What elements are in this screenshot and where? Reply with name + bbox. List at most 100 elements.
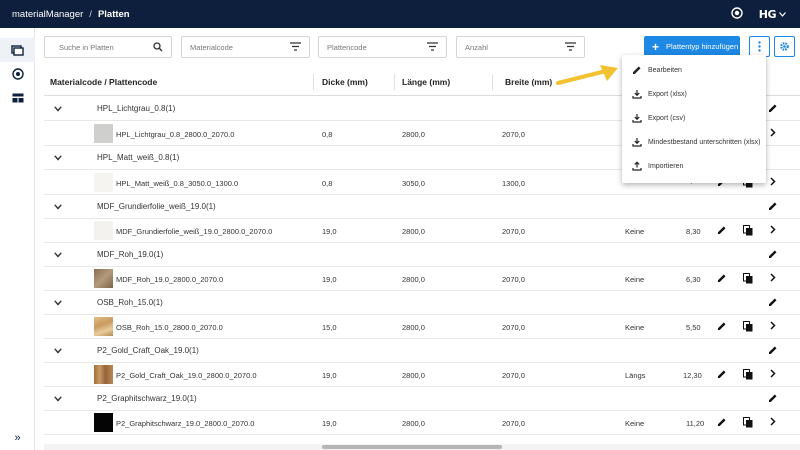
board-thumbnail — [94, 221, 113, 240]
group-row[interactable]: MDF_Grundierfolie_weiß_19.0(1) — [44, 195, 800, 219]
edit-icon[interactable] — [717, 225, 727, 237]
cell-maserung: Keine — [625, 275, 645, 284]
copy-icon[interactable] — [743, 369, 753, 382]
cell-preis: 5,50 — [686, 323, 701, 332]
chevron-right-icon[interactable] — [770, 177, 776, 188]
chevron-down-icon[interactable] — [54, 299, 62, 308]
filter-icon[interactable] — [565, 42, 576, 53]
chevron-down-icon[interactable] — [54, 203, 62, 212]
column-header-breite[interactable]: Breite (mm) — [505, 68, 552, 96]
edit-icon[interactable] — [768, 297, 778, 309]
menu-item-label: Export (xlsx) — [648, 91, 687, 98]
search-icon[interactable] — [153, 42, 163, 54]
board-thumbnail — [94, 173, 113, 192]
search-input[interactable] — [53, 42, 143, 52]
edit-icon[interactable] — [717, 321, 727, 333]
plus-icon: + — [652, 39, 660, 54]
edit-icon — [632, 65, 642, 77]
table-row[interactable]: MDF_Roh_19.0_2800.0_2070.0 19,0 2800,0 2… — [44, 267, 800, 291]
chevron-right-icon[interactable] — [770, 321, 776, 332]
horizontal-scrollbar[interactable] — [44, 444, 800, 450]
copy-icon[interactable] — [743, 273, 753, 286]
cell-breite: 2070,0 — [502, 323, 525, 332]
copy-icon[interactable] — [743, 225, 753, 238]
column-divider[interactable] — [313, 74, 314, 90]
menu-item-import[interactable]: Importieren — [622, 155, 766, 179]
edit-icon[interactable] — [768, 103, 778, 115]
column-divider[interactable] — [492, 74, 493, 90]
edit-icon[interactable] — [717, 273, 727, 285]
edit-icon[interactable] — [768, 393, 778, 405]
board-code: P2_Gold_Craft_Oak_19.0_2800.0_2070.0 — [116, 371, 257, 380]
group-row[interactable]: OSB_Roh_15.0(1) — [44, 291, 800, 315]
more-options-button[interactable] — [749, 36, 770, 57]
filter-icon[interactable] — [290, 42, 301, 53]
menu-item-export-csv[interactable]: Export (csv) — [622, 107, 766, 131]
group-name: MDF_Roh_19.0(1) — [97, 250, 164, 259]
table-row[interactable]: P2_Graphitschwarz_19.0_2800.0_2070.0 19,… — [44, 411, 800, 435]
materialcode-input[interactable] — [190, 42, 280, 52]
cell-dicke: 0,8 — [322, 130, 333, 139]
menu-item-export-xlsx[interactable]: Export (xlsx) — [622, 83, 766, 107]
sidebar-item-storage[interactable] — [0, 86, 35, 110]
sidebar-item-boards[interactable] — [0, 38, 35, 62]
edit-icon[interactable] — [717, 369, 727, 381]
group-row[interactable]: P2_Gold_Craft_Oak_19.0(1) — [44, 339, 800, 363]
expand-sidebar-icon[interactable]: » — [0, 432, 35, 444]
upload-icon — [632, 161, 642, 173]
hg-logo[interactable]: HG — [759, 8, 786, 21]
filter-icon[interactable] — [427, 42, 438, 53]
cell-breite: 2070,0 — [502, 227, 525, 236]
top-bar: materialManager / Platten HG — [0, 0, 800, 28]
breadcrumb-separator: / — [89, 8, 92, 20]
group-name: HPL_Matt_weiß_0.8(1) — [97, 153, 180, 162]
copy-icon[interactable] — [743, 321, 753, 334]
menu-item-edit[interactable]: Bearbeiten — [622, 59, 766, 83]
board-code: HPL_Lichtgrau_0.8_2800.0_2070.0 — [116, 130, 235, 139]
chevron-down-icon[interactable] — [54, 347, 62, 356]
user-icon[interactable] — [731, 7, 743, 21]
table-row[interactable]: MDF_Grundierfolie_weiß_19.0_2800.0_2070.… — [44, 219, 800, 243]
filter-materialcode[interactable] — [181, 36, 310, 58]
table-row[interactable]: P2_Gold_Craft_Oak_19.0_2800.0_2070.0 19,… — [44, 363, 800, 387]
menu-item-mindestbestand[interactable]: Mindestbestand unterschritten (xlsx) — [622, 131, 766, 155]
add-board-type-button[interactable]: + Plattentyp hinzufügen — [644, 36, 740, 57]
group-row[interactable]: MDF_Roh_19.0(1) — [44, 243, 800, 267]
search-box[interactable] — [44, 36, 172, 58]
column-header-code[interactable]: Materialcode / Plattencode — [50, 68, 157, 96]
column-divider[interactable] — [394, 74, 395, 90]
chevron-down-icon[interactable] — [54, 105, 62, 114]
sidebar-item-rolls[interactable] — [0, 62, 35, 86]
chevron-down-icon[interactable] — [54, 395, 62, 404]
chevron-right-icon[interactable] — [770, 369, 776, 380]
cell-laenge: 2800,0 — [402, 130, 425, 139]
copy-icon[interactable] — [743, 417, 753, 430]
column-header-laenge[interactable]: Länge (mm) — [402, 68, 450, 96]
group-row[interactable]: P2_Graphitschwarz_19.0(1) — [44, 387, 800, 411]
chevron-right-icon[interactable] — [770, 225, 776, 236]
cell-dicke: 19,0 — [322, 275, 337, 284]
edit-icon[interactable] — [717, 417, 727, 429]
board-thumbnail — [94, 269, 113, 288]
edit-icon[interactable] — [768, 249, 778, 261]
sidebar-boards-icon — [11, 44, 24, 56]
sidebar-rolls-icon — [11, 68, 24, 80]
plattencode-input[interactable] — [327, 42, 417, 52]
column-header-dicke[interactable]: Dicke (mm) — [322, 68, 368, 96]
scrollbar-thumb[interactable] — [322, 445, 502, 449]
edit-icon[interactable] — [768, 345, 778, 357]
chevron-right-icon[interactable] — [770, 273, 776, 284]
chevron-right-icon[interactable] — [770, 128, 776, 139]
filter-plattencode[interactable] — [318, 36, 447, 58]
board-thumbnail — [94, 124, 113, 143]
edit-icon[interactable] — [768, 201, 778, 213]
breadcrumb-app[interactable]: materialManager — [12, 9, 83, 20]
cell-dicke: 19,0 — [322, 371, 337, 380]
chevron-down-icon[interactable] — [54, 154, 62, 163]
table-row[interactable]: OSB_Roh_15.0_2800.0_2070.0 15,0 2800,0 2… — [44, 315, 800, 339]
chevron-down-icon[interactable] — [54, 251, 62, 260]
anzahl-input[interactable] — [465, 42, 555, 52]
filter-anzahl[interactable] — [456, 36, 585, 58]
settings-button[interactable] — [774, 36, 795, 57]
chevron-right-icon[interactable] — [770, 417, 776, 428]
